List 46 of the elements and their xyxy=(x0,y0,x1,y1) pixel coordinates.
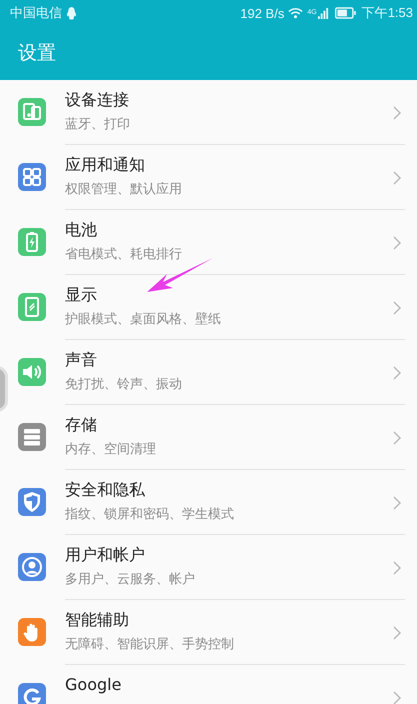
settings-item[interactable]: 智能辅助 无障碍、智能识屏、手势控制 xyxy=(9,600,417,665)
settings-item[interactable]: 设备连接 蓝牙、打印 xyxy=(9,80,417,145)
item-subtitle: 多用户、云服务、帐户 xyxy=(65,571,196,588)
penguin-icon xyxy=(66,6,77,20)
item-subtitle: 蓝牙、打印 xyxy=(65,116,131,133)
chevron-icon xyxy=(393,431,401,445)
item-title: 声音 xyxy=(65,350,98,371)
item-subtitle: 权限管理、默认应用 xyxy=(65,181,183,198)
item-title: 应用和通知 xyxy=(65,155,146,176)
chevron-icon xyxy=(393,561,401,575)
item-subtitle: 免打扰、铃声、振动 xyxy=(65,376,183,393)
chevron-icon xyxy=(393,691,401,704)
settings-item[interactable]: 应用和通知 权限管理、默认应用 xyxy=(9,145,417,210)
chevron-icon xyxy=(393,496,401,510)
settings-item[interactable]: 用户和帐户 多用户、云服务、帐户 xyxy=(9,535,417,600)
chevron-icon xyxy=(393,106,401,120)
item-title: 电池 xyxy=(65,220,98,241)
item-title: Google xyxy=(65,675,122,694)
settings-item[interactable]: Google xyxy=(9,665,417,704)
item-subtitle: 内存、空间清理 xyxy=(65,441,157,458)
battery-icon xyxy=(334,7,356,19)
page-title: 设置 xyxy=(18,41,56,66)
carrier-name: 中国电信 xyxy=(10,4,62,22)
chevron-icon xyxy=(393,626,401,640)
item-title: 存储 xyxy=(65,415,98,436)
chevron-icon xyxy=(393,236,401,250)
chevron-icon xyxy=(393,301,401,315)
item-subtitle: 指纹、锁屏和密码、学生模式 xyxy=(65,506,235,523)
network-speed: 192 B/s xyxy=(240,6,284,20)
item-title: 用户和帐户 xyxy=(65,545,146,566)
item-title: 显示 xyxy=(65,285,98,306)
item-title: 智能辅助 xyxy=(65,610,130,631)
wifi-icon xyxy=(288,7,304,19)
settings-item[interactable]: 存储 内存、空间清理 xyxy=(9,405,417,470)
settings-item[interactable]: 电池 省电模式、耗电排行 xyxy=(9,210,417,275)
item-subtitle: 无障碍、智能识屏、手势控制 xyxy=(65,636,235,653)
settings-item[interactable]: 声音 免打扰、铃声、振动 xyxy=(9,340,417,405)
item-title: 安全和隐私 xyxy=(65,480,146,501)
chevron-icon xyxy=(393,171,401,185)
item-title: 设备连接 xyxy=(65,90,130,111)
item-subtitle: 省电模式、耗电排行 xyxy=(65,246,183,263)
item-subtitle: 护眼模式、桌面风格、壁纸 xyxy=(65,311,222,328)
chevron-icon xyxy=(393,366,401,380)
signal-icon xyxy=(318,8,329,18)
clock: 下午1:53 xyxy=(362,4,413,22)
settings-item[interactable]: 安全和隐私 指纹、锁屏和密码、学生模式 xyxy=(9,470,417,535)
